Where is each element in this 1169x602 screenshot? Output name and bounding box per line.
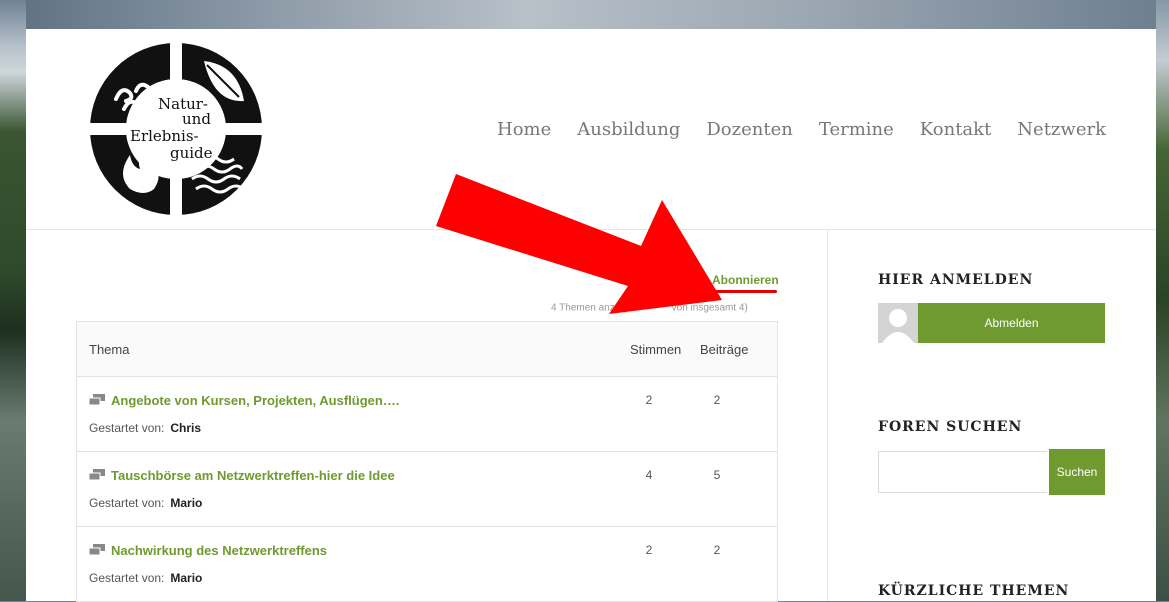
content-sidebar-divider bbox=[827, 229, 828, 601]
background-sky bbox=[0, 0, 1169, 29]
column-topic: Thema bbox=[89, 342, 130, 357]
logo-text-line-2: und bbox=[182, 110, 211, 128]
topic-author[interactable]: Chris bbox=[170, 421, 201, 435]
topic-posts: 2 bbox=[713, 543, 721, 557]
topic-votes: 2 bbox=[645, 543, 653, 557]
login-widget: Abmelden bbox=[878, 303, 1105, 343]
topic-icon bbox=[89, 394, 105, 406]
table-row: Tauschbörse am Netzwerktreffen-hier die … bbox=[77, 452, 777, 527]
nav-dozenten[interactable]: Dozenten bbox=[706, 119, 792, 140]
avatar bbox=[878, 303, 918, 343]
topic-votes: 2 bbox=[645, 393, 653, 407]
nav-termine[interactable]: Termine bbox=[819, 119, 894, 140]
search-button[interactable]: Suchen bbox=[1049, 449, 1105, 495]
started-by: Gestartet von: Chris bbox=[89, 421, 201, 435]
topic-posts: 5 bbox=[713, 468, 721, 482]
login-heading: HIER ANMELDEN bbox=[878, 272, 1034, 288]
page-container: Natur- und Erlebnis- guide Home Ausbildu… bbox=[26, 29, 1156, 602]
topic-icon bbox=[89, 544, 105, 556]
nav-ausbildung[interactable]: Ausbildung bbox=[577, 119, 680, 140]
started-by-label: Gestartet von: bbox=[89, 421, 165, 435]
background-forest-left bbox=[0, 0, 26, 601]
forum-search-input[interactable] bbox=[878, 451, 1047, 493]
nav-kontakt[interactable]: Kontakt bbox=[920, 119, 992, 140]
red-arrow-annotation bbox=[436, 174, 722, 314]
topic-title[interactable]: Tauschbörse am Netzwerktreffen-hier die … bbox=[111, 468, 395, 483]
started-by-label: Gestartet von: bbox=[89, 571, 165, 585]
logo-text-line-3: Erlebnis- bbox=[130, 127, 199, 145]
topic-title[interactable]: Angebote von Kursen, Projekten, Ausflüge… bbox=[111, 393, 399, 408]
logout-button[interactable]: Abmelden bbox=[918, 303, 1105, 343]
logo-text-line-4: guide bbox=[170, 144, 213, 162]
topic-icon bbox=[89, 469, 105, 481]
search-heading: FOREN SUCHEN bbox=[878, 419, 1023, 435]
topic-title[interactable]: Nachwirkung des Netzwerktreffens bbox=[111, 543, 327, 558]
started-by: Gestartet von: Mario bbox=[89, 496, 202, 510]
main-navigation: Home Ausbildung Dozenten Termine Kontakt… bbox=[497, 119, 1106, 140]
background-forest-right bbox=[1156, 0, 1169, 601]
topic-votes: 4 bbox=[645, 468, 653, 482]
column-votes: Stimmen bbox=[630, 342, 682, 357]
table-row: Angebote von Kursen, Projekten, Ausflüge… bbox=[77, 377, 777, 452]
topic-posts: 2 bbox=[713, 393, 721, 407]
topic-author[interactable]: Mario bbox=[170, 496, 202, 510]
site-logo[interactable]: Natur- und Erlebnis- guide bbox=[86, 39, 266, 219]
nav-home[interactable]: Home bbox=[497, 119, 551, 140]
table-row: Nachwirkung des Netzwerktreffens Gestart… bbox=[77, 527, 777, 601]
user-avatar-icon bbox=[878, 303, 918, 343]
started-by-label: Gestartet von: bbox=[89, 496, 165, 510]
recent-topics-heading: KÜRZLICHE THEMEN bbox=[878, 583, 1070, 599]
nav-netzwerk[interactable]: Netzwerk bbox=[1017, 119, 1106, 140]
started-by: Gestartet von: Mario bbox=[89, 571, 202, 585]
forum-topics-table: Thema Stimmen Beiträge Angebote von Kurs… bbox=[76, 321, 778, 602]
column-posts: Beiträge bbox=[700, 342, 749, 357]
topic-author[interactable]: Mario bbox=[170, 571, 202, 585]
